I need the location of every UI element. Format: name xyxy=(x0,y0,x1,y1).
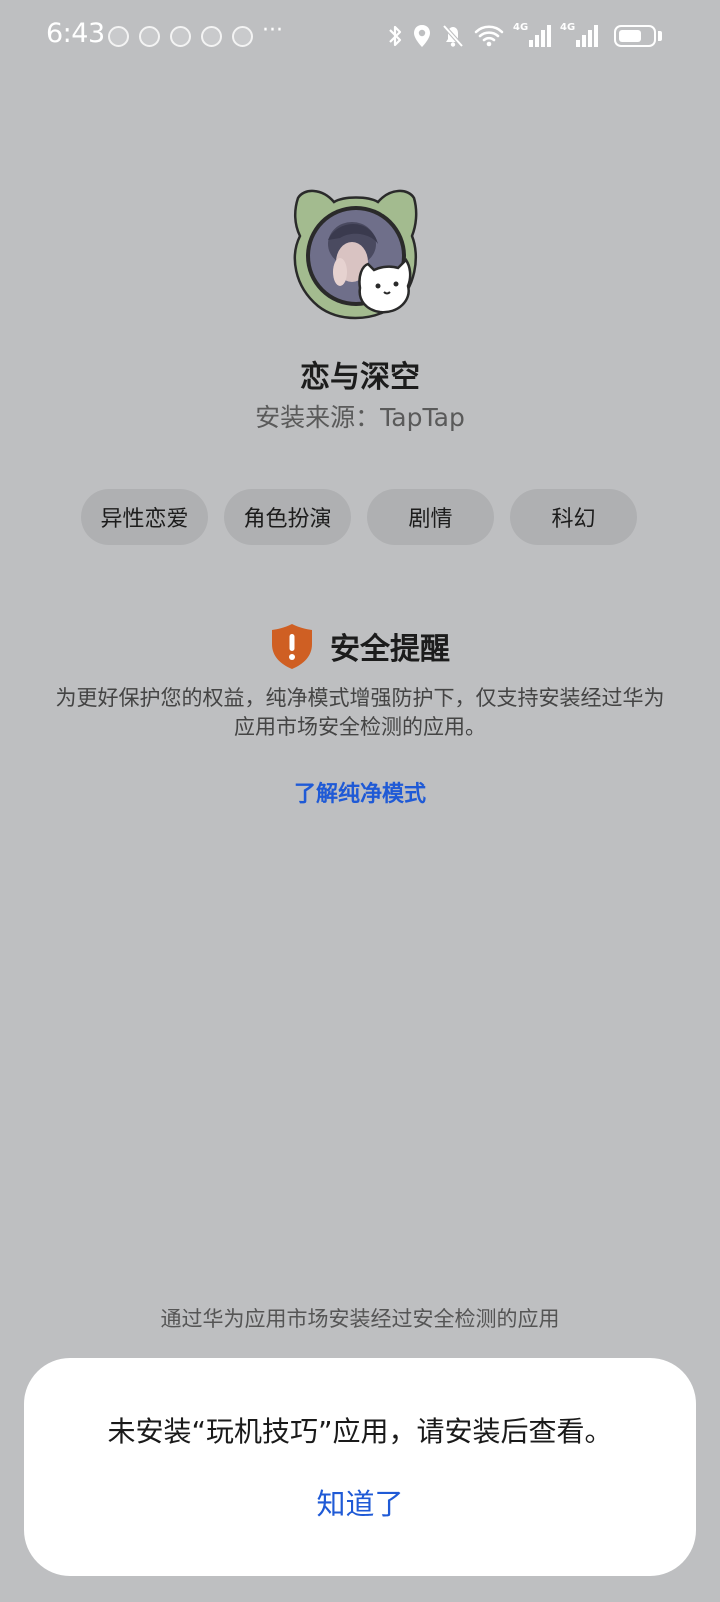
notification-app-icon xyxy=(201,26,222,47)
wifi-icon xyxy=(474,25,504,47)
dialog-message: 未安装“玩机技巧”应用，请安装后查看。 xyxy=(107,1415,613,1448)
notification-icons xyxy=(108,26,253,47)
security-title: 安全提醒 xyxy=(330,632,450,667)
got-it-button[interactable]: 知道了 xyxy=(260,1476,460,1532)
status-bar: 6:43 ··· 4G 4G xyxy=(0,0,720,76)
security-description: 为更好保护您的权益，纯净模式增强防护下，仅支持安装经过华为应用市场安全检测的应用… xyxy=(55,686,665,739)
app-tags: 异性恋爱 角色扮演 剧情 科幻 xyxy=(81,489,637,545)
bottom-hint: 通过华为应用市场安装经过安全检测的应用 xyxy=(160,1307,560,1331)
install-source: 安装来源：TapTap xyxy=(255,403,465,432)
location-icon xyxy=(414,25,430,47)
bell-muted-icon xyxy=(442,24,464,48)
battery-tip xyxy=(658,31,662,41)
tag-chip[interactable]: 科幻 xyxy=(510,489,637,545)
alert-dialog: 未安装“玩机技巧”应用，请安装后查看。 知道了 xyxy=(24,1358,696,1576)
battery-icon xyxy=(614,25,656,47)
notification-app-icon xyxy=(139,26,160,47)
cellular-signal-1-icon: 4G xyxy=(513,22,551,50)
shield-warning-icon xyxy=(272,624,312,669)
cellular-signal-2-icon: 4G xyxy=(560,22,598,50)
tag-chip[interactable]: 异性恋爱 xyxy=(81,489,208,545)
battery-level xyxy=(619,30,641,42)
bluetooth-icon xyxy=(389,25,402,47)
security-header: 安全提醒 xyxy=(0,622,720,670)
app-name: 恋与深空 xyxy=(300,360,420,395)
status-time: 6:43 xyxy=(46,18,105,49)
notification-app-icon xyxy=(170,26,191,47)
learn-pure-mode-link[interactable]: 了解纯净模式 xyxy=(0,776,720,808)
more-notifications-icon: ··· xyxy=(262,18,283,43)
tag-chip[interactable]: 角色扮演 xyxy=(224,489,351,545)
app-avatar-icon xyxy=(293,189,418,320)
system-icons: 4G 4G xyxy=(387,22,598,50)
notification-app-icon xyxy=(232,26,253,47)
notification-app-icon xyxy=(108,26,129,47)
tag-chip[interactable]: 剧情 xyxy=(367,489,494,545)
